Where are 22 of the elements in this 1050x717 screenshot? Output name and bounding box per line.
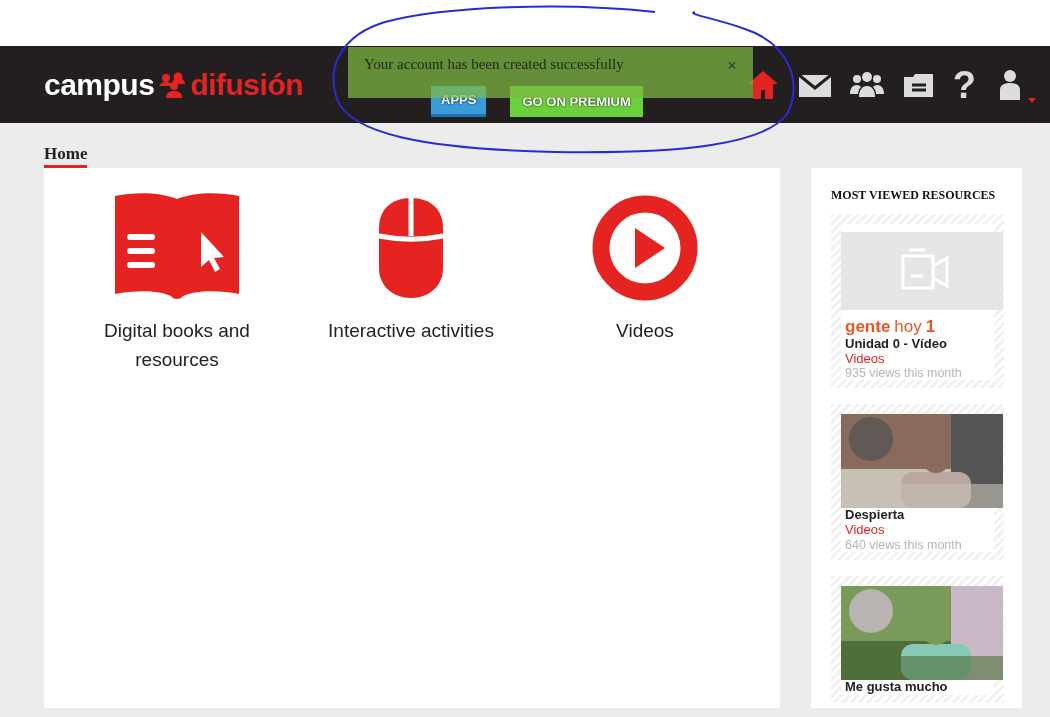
- resource-title: Unidad 0 - Vídeo: [845, 336, 948, 352]
- brand-logo: 1: [925, 318, 936, 337]
- logo-text: campus: [44, 67, 155, 103]
- resource-title: Me gusta mucho: [845, 679, 949, 695]
- view-count: 640 views this month: [845, 537, 963, 552]
- tile-label[interactable]: Interactive activities: [328, 316, 494, 346]
- toast-message: Your account has been created successfully: [364, 55, 624, 74]
- tile-label[interactable]: Digital books and resources: [77, 316, 277, 375]
- resource-category: Videos: [845, 523, 886, 538]
- caret-icon[interactable]: [1028, 97, 1036, 103]
- view-count: 935 views this month: [845, 365, 963, 381]
- play-icon: [591, 194, 699, 302]
- people-icon: [158, 71, 187, 98]
- resource-title: Despierta: [845, 508, 906, 524]
- book-icon: [113, 192, 241, 302]
- logo-text: difusión: [190, 67, 304, 103]
- brand-logo: hoy: [894, 318, 922, 337]
- brand-logo: gente: [845, 318, 891, 337]
- resource-category: Videos: [845, 351, 886, 366]
- help-icon[interactable]: ?: [952, 65, 976, 104]
- tile-label[interactable]: Videos: [616, 316, 674, 346]
- section-title: MOST VIEWED RESOURCES: [831, 187, 997, 204]
